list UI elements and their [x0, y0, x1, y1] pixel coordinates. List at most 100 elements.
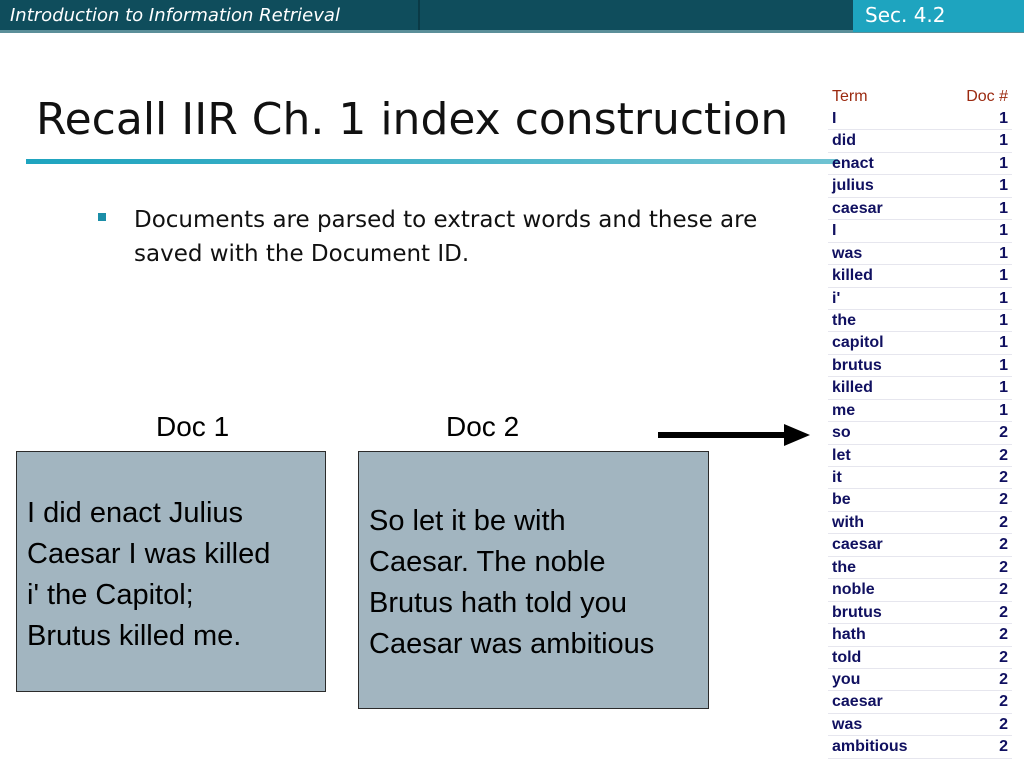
term-cell: killed	[832, 267, 873, 285]
table-row: it 2	[828, 467, 1012, 490]
title-underline	[26, 159, 838, 164]
table-row: ambitious 2	[828, 736, 1012, 759]
term-cell: I	[832, 110, 837, 127]
doc1-line: I did enact Julius	[27, 497, 244, 529]
arrow-right-icon	[658, 424, 810, 446]
term-doc-table: Term Doc # I 1 did 1 enact 1 julius 1 caesar 1 I 1 w…	[828, 86, 1012, 759]
table-row: enact 1	[828, 153, 1012, 176]
doc-id-cell: 2	[999, 469, 1008, 486]
table-row: caesar 2	[828, 534, 1012, 557]
doc-id-cell: 1	[999, 222, 1008, 240]
term-cell: i'	[832, 289, 841, 307]
term-cell: brutus	[832, 356, 882, 374]
table-row: i' 1	[828, 288, 1012, 310]
doc1-label: Doc 1	[156, 411, 230, 442]
term-cell: julius	[832, 177, 874, 195]
bullet-marker-icon	[98, 213, 106, 221]
table-row: the 2	[828, 557, 1012, 580]
table-row: with 2	[828, 512, 1012, 535]
doc1-line: i' the Capitol;	[27, 579, 194, 611]
table-row: caesar 2	[828, 691, 1012, 714]
term-cell: I	[832, 222, 837, 240]
doc-id-cell: 1	[999, 334, 1008, 352]
table-row: be 2	[828, 489, 1012, 512]
doc-id-cell: 1	[999, 177, 1008, 195]
term-cell: did	[832, 132, 856, 150]
doc-id-cell: 2	[999, 446, 1008, 464]
doc1-line: Caesar I was killed	[27, 538, 271, 570]
doc-id-cell: 2	[999, 491, 1008, 509]
doc-id-cell: 2	[999, 693, 1008, 711]
term-cell: it	[832, 469, 842, 486]
doc-id-cell: 1	[999, 110, 1008, 127]
section-badge: Sec. 4.2	[853, 0, 1024, 32]
table-row: the 1	[828, 310, 1012, 333]
table-row: caesar 1	[828, 198, 1012, 221]
table-row: did 1	[828, 130, 1012, 153]
doc-id-cell: 1	[999, 356, 1008, 374]
table-row: hath 2	[828, 624, 1012, 647]
term-cell: the	[832, 558, 856, 576]
term-cell: caesar	[832, 693, 883, 711]
table-row: told 2	[828, 647, 1012, 669]
term-cell: be	[832, 491, 851, 509]
doc-id-cell: 1	[999, 244, 1008, 262]
doc-id-cell: 2	[999, 581, 1008, 599]
term-cell: ambitious	[832, 738, 908, 756]
term-cell: caesar	[832, 536, 883, 554]
term-column-header: Term	[832, 88, 868, 105]
doc-id-cell: 2	[999, 513, 1008, 531]
term-cell: let	[832, 446, 851, 464]
term-cell: hath	[832, 626, 866, 644]
table-row: killed 1	[828, 377, 1012, 400]
table-row: killed 1	[828, 265, 1012, 288]
table-row: you 2	[828, 669, 1012, 692]
doc-id-cell: 1	[999, 154, 1008, 172]
doc-id-cell: 1	[999, 401, 1008, 419]
doc-id-cell: 2	[999, 715, 1008, 733]
table-row: I1	[828, 108, 1012, 131]
bullet-point: Documents are parsed to extract words an…	[98, 203, 778, 271]
term-cell: so	[832, 424, 851, 442]
table-row: was 2	[828, 714, 1012, 737]
term-cell: the	[832, 311, 856, 329]
term-cell: was	[832, 244, 863, 262]
doc-id-cell: 2	[999, 424, 1008, 442]
doc-id-cell: 1	[999, 267, 1008, 285]
table-body: I 1 did 1 enact 1 julius 1 caesar 1 I 1 was 1 killed 1 i…	[828, 108, 1012, 759]
term-cell: caesar	[832, 199, 883, 217]
doc2-box: So let it be with Caesar. The noble Brut…	[358, 451, 709, 709]
term-cell: enact	[832, 154, 874, 172]
doc-id-cell: 2	[999, 738, 1008, 756]
bullet-text: Documents are parsed to extract words an…	[134, 207, 758, 267]
doc2-line: Brutus hath told you	[369, 587, 627, 619]
doc-id-cell: 1	[999, 379, 1008, 397]
header-bar: Introduction to Information Retrieval Se…	[0, 0, 1024, 33]
table-row: was 1	[828, 243, 1012, 266]
doc2-line: So let it be with	[369, 505, 566, 537]
term-cell: noble	[832, 581, 875, 599]
table-row: capitol 1	[828, 332, 1012, 355]
table-row: brutus 1	[828, 355, 1012, 378]
table-header: Term Doc #	[828, 86, 1012, 108]
doc1-line: Brutus killed me.	[27, 620, 242, 652]
doc-id-cell: 2	[999, 603, 1008, 621]
doc1-box: I did enact Julius Caesar I was killed i…	[16, 451, 326, 692]
doc2-label: Doc 2	[446, 411, 520, 442]
term-cell: killed	[832, 379, 873, 397]
doc2-line: Caesar. The noble	[369, 546, 606, 578]
doc-id-cell: 2	[999, 558, 1008, 576]
doc-id-cell: 2	[999, 626, 1008, 644]
doc-id-cell: 1	[999, 199, 1008, 217]
doc-id-cell: 1	[999, 289, 1008, 307]
table-row: me 1	[828, 400, 1012, 423]
course-title: Introduction to Information Retrieval	[10, 5, 340, 26]
doc-id-cell: 2	[999, 536, 1008, 554]
term-cell: with	[832, 513, 864, 531]
table-row: so 2	[828, 422, 1012, 445]
slide-title: Recall IIR Ch. 1 index construction	[36, 94, 789, 145]
doc-id-cell: 1	[999, 311, 1008, 329]
doc-id-cell: 2	[999, 648, 1008, 666]
doc-id-cell: 1	[999, 132, 1008, 150]
term-cell: capitol	[832, 334, 884, 352]
